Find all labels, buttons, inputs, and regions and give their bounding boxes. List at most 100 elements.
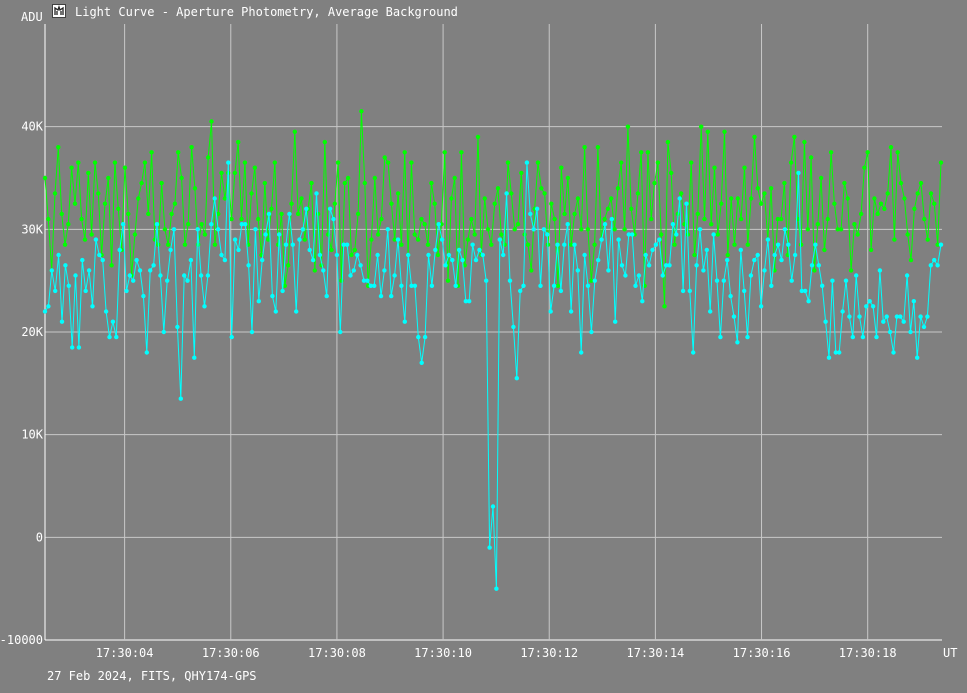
data-point xyxy=(699,124,704,129)
data-point xyxy=(665,139,671,145)
data-point xyxy=(882,206,887,211)
data-point xyxy=(222,196,228,201)
data-point xyxy=(623,273,628,278)
data-point xyxy=(535,160,541,165)
data-point xyxy=(277,232,282,237)
data-point xyxy=(718,334,723,340)
data-point xyxy=(369,237,374,242)
data-point xyxy=(768,186,774,191)
data-point xyxy=(331,216,336,222)
data-point xyxy=(269,206,274,211)
data-point xyxy=(72,201,78,206)
data-point xyxy=(161,329,166,335)
x-tick-labels: 17:30:04 17:30:06 17:30:08 17:30:10 17:30:12… xyxy=(96,646,897,660)
data-point xyxy=(198,273,204,278)
data-point xyxy=(765,237,771,242)
data-point xyxy=(898,314,903,319)
data-point xyxy=(838,227,844,232)
data-point xyxy=(239,216,244,222)
data-point xyxy=(46,216,51,222)
data-point xyxy=(887,329,893,335)
data-point xyxy=(884,314,889,319)
data-point xyxy=(176,150,181,155)
data-point xyxy=(562,242,567,247)
series-1 xyxy=(42,109,944,309)
data-point xyxy=(684,201,689,206)
data-point xyxy=(270,293,275,299)
data-point xyxy=(450,257,455,263)
data-point xyxy=(256,299,261,304)
data-point xyxy=(209,119,214,124)
data-point xyxy=(96,191,101,196)
data-point xyxy=(575,196,581,201)
data-point xyxy=(335,160,341,165)
data-point xyxy=(667,263,672,268)
data-point xyxy=(542,191,547,196)
data-point xyxy=(442,150,447,155)
data-point xyxy=(402,319,407,324)
data-point xyxy=(349,252,354,258)
data-point xyxy=(852,222,857,227)
data-point xyxy=(142,160,148,165)
data-point xyxy=(327,206,333,211)
data-point xyxy=(579,227,584,232)
data-point xyxy=(490,504,496,509)
data-point xyxy=(511,324,516,330)
data-point xyxy=(385,227,390,232)
data-point xyxy=(704,247,709,253)
data-point xyxy=(392,273,397,278)
x-tick-label: 17:30:14 xyxy=(626,646,684,660)
data-point xyxy=(572,211,577,217)
data-point xyxy=(266,211,272,217)
data-point xyxy=(89,232,94,237)
data-point xyxy=(49,268,54,273)
data-point xyxy=(302,237,307,242)
data-point xyxy=(136,196,141,201)
data-point xyxy=(344,242,350,247)
data-point xyxy=(435,252,441,258)
data-point xyxy=(709,222,714,227)
data-point xyxy=(826,355,832,360)
data-point xyxy=(236,247,241,253)
data-point xyxy=(192,186,198,191)
data-point xyxy=(662,304,667,309)
data-point xyxy=(297,237,302,242)
data-point xyxy=(715,232,720,237)
data-point xyxy=(552,216,557,222)
data-point xyxy=(619,160,624,165)
data-point xyxy=(823,319,828,324)
data-point xyxy=(558,288,564,294)
data-point xyxy=(732,242,737,247)
data-point xyxy=(69,165,74,170)
data-point xyxy=(677,196,682,201)
data-point xyxy=(788,160,794,165)
data-point xyxy=(867,299,872,304)
data-point xyxy=(252,165,257,170)
data-point xyxy=(932,257,937,263)
data-point xyxy=(42,309,48,314)
data-point xyxy=(148,268,153,273)
data-point xyxy=(422,222,427,227)
data-point xyxy=(229,334,234,340)
data-point xyxy=(382,155,387,160)
light-curve-chart[interactable]: ADU UT 40K30K20K10K0-10000 17:30:04 17:30… xyxy=(0,0,967,693)
data-point xyxy=(459,150,464,155)
data-point xyxy=(697,227,703,232)
data-point xyxy=(485,227,491,232)
data-point xyxy=(815,222,820,227)
data-point xyxy=(480,252,485,258)
data-point xyxy=(539,186,544,191)
data-point xyxy=(236,139,241,145)
data-point xyxy=(151,263,156,268)
data-point xyxy=(635,191,641,196)
data-point xyxy=(90,304,95,309)
data-point xyxy=(253,227,258,232)
data-point xyxy=(436,222,441,227)
data-point xyxy=(93,237,99,242)
data-point xyxy=(649,216,654,222)
data-point xyxy=(692,252,697,258)
data-point xyxy=(822,247,827,253)
data-point xyxy=(660,273,665,278)
data-point xyxy=(582,252,587,258)
data-point xyxy=(803,288,808,294)
